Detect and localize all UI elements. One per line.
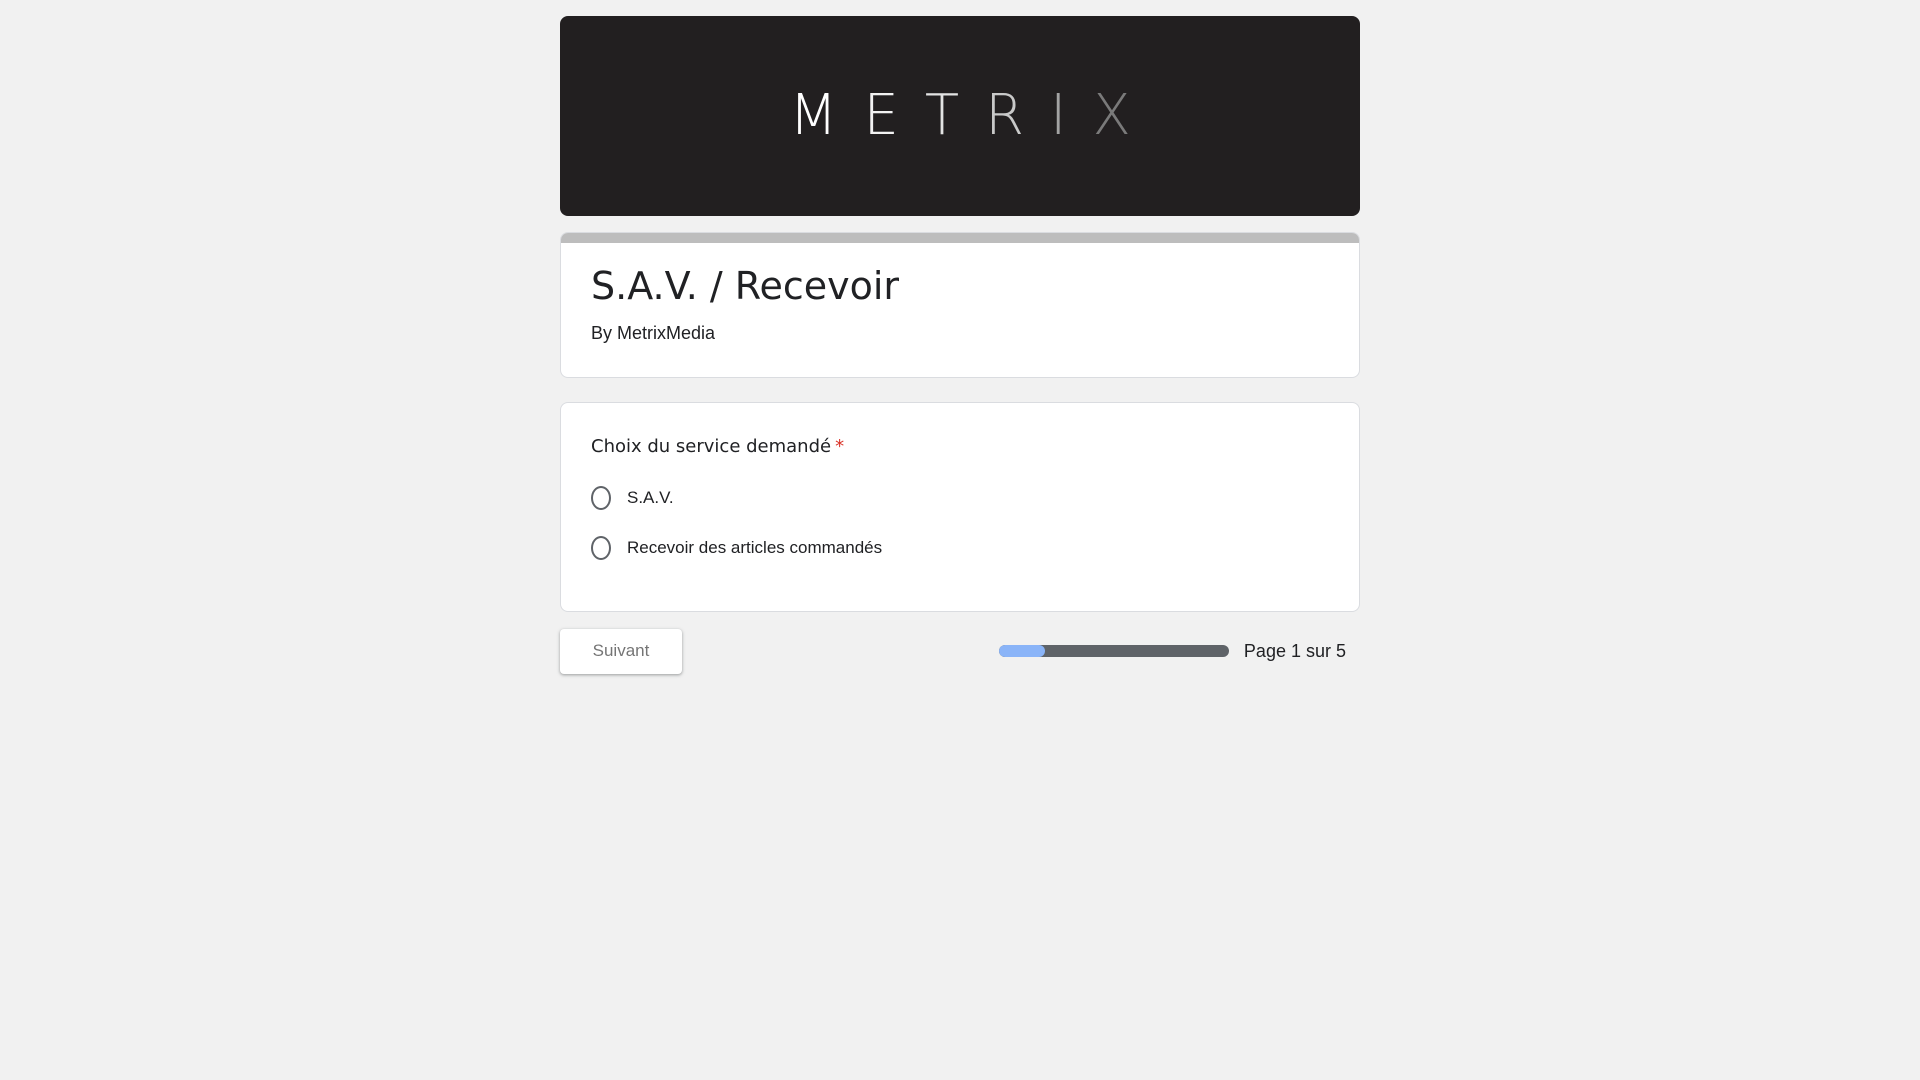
logo-letter: I (1049, 83, 1067, 148)
radio-option-sav[interactable]: S.A.V. (591, 485, 1329, 511)
form-title: S.A.V. / Recevoir (591, 264, 900, 308)
form-title-card: S.A.V. / Recevoir By MetrixMedia (560, 232, 1360, 378)
form-container: M E T R I X S.A.V. / Recevoir By MetrixM… (560, 16, 1360, 674)
radio-option-recevoir[interactable]: Recevoir des articles commandés (591, 535, 1329, 561)
logo-letter: M (789, 83, 838, 148)
progress-text: Page 1 sur 5 (1243, 640, 1346, 661)
progress-bar-track (998, 645, 1229, 657)
form-footer: Suivant Page 1 sur 5 (560, 628, 1360, 674)
title-card-accent-bar (561, 233, 1359, 243)
header-banner: M E T R I X (560, 16, 1360, 216)
required-marker: * (835, 436, 845, 457)
progress-indicator: Page 1 sur 5 (998, 640, 1346, 662)
radio-group: S.A.V. Recevoir des articles commandés (591, 485, 1329, 561)
logo-letter: R (985, 83, 1024, 148)
radio-button[interactable] (591, 536, 611, 560)
question-card: Choix du service demandé * S.A.V. Recevoi… (560, 402, 1360, 612)
metrix-logo: M E T R I X (776, 88, 1144, 144)
form-author: By MetrixMedia (591, 323, 716, 343)
next-button[interactable]: Suivant (560, 628, 682, 674)
logo-letter: E (863, 83, 899, 148)
question-title-text: Choix du service demandé (591, 436, 832, 457)
question-title: Choix du service demandé * (591, 435, 1329, 459)
radio-option-label: S.A.V. (627, 488, 674, 507)
logo-letter: X (1092, 83, 1131, 148)
logo-letter: T (924, 83, 960, 148)
radio-button[interactable] (591, 486, 611, 510)
radio-option-label: Recevoir des articles commandés (627, 538, 883, 557)
progress-bar-fill (998, 645, 1045, 657)
